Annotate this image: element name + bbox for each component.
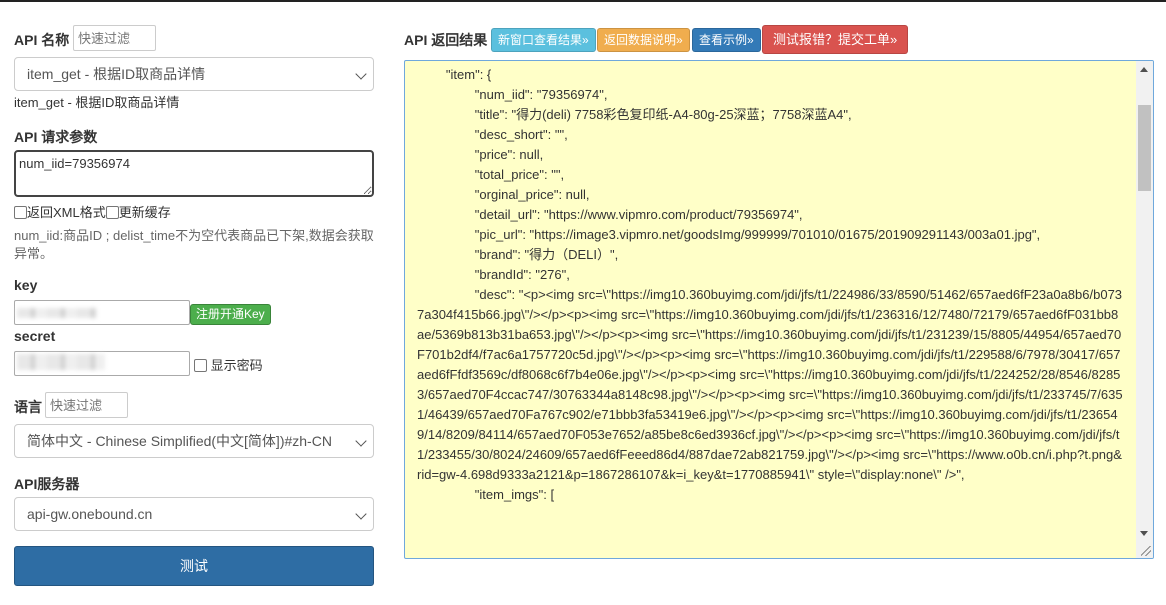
- new-window-button[interactable]: 新窗口查看结果»: [491, 28, 596, 52]
- xml-label: 返回XML格式: [27, 205, 106, 220]
- params-label: API 请求参数: [14, 129, 98, 145]
- scroll-down-icon[interactable]: [1140, 531, 1148, 536]
- api-name-label: API 名称: [14, 32, 70, 48]
- api-filter-input[interactable]: [73, 25, 156, 51]
- resize-grip-icon[interactable]: [1141, 546, 1151, 556]
- server-select[interactable]: api-gw.onebound.cn: [14, 497, 374, 531]
- result-json-text: "item": { "num_iid": "79356974", "title"…: [417, 67, 1123, 502]
- key-input[interactable]: [14, 300, 190, 325]
- xml-checkbox[interactable]: [14, 206, 27, 219]
- api-description: item_get - 根据ID取商品详情: [14, 95, 180, 110]
- data-doc-button[interactable]: 返回数据说明»: [597, 28, 690, 52]
- language-select[interactable]: 简体中文 - Chinese Simplified(中文[简体])#zh-CN: [14, 424, 374, 458]
- secret-input[interactable]: [14, 351, 190, 376]
- api-select[interactable]: item_get - 根据ID取商品详情: [14, 57, 374, 91]
- options-row: 返回XML格式 更新缓存: [14, 202, 171, 221]
- server-label: API服务器: [14, 476, 80, 492]
- result-title: API 返回结果: [404, 32, 488, 48]
- result-textarea[interactable]: "item": { "num_iid": "79356974", "title"…: [404, 60, 1154, 559]
- chevron-down-icon: [355, 435, 367, 447]
- cache-checkbox[interactable]: [105, 206, 119, 219]
- register-key-button[interactable]: 注册开通Key: [190, 304, 271, 325]
- language-filter-input[interactable]: [45, 392, 128, 418]
- params-textarea[interactable]: num_iid=79356974: [14, 150, 374, 197]
- cache-label: 更新缓存: [118, 205, 171, 220]
- show-password-checkbox[interactable]: [194, 359, 207, 372]
- chevron-down-icon: [355, 68, 367, 80]
- scroll-up-icon[interactable]: [1140, 67, 1148, 72]
- params-help-text: num_iid:商品ID ; delist_time不为空代表商品已下架,数据会…: [14, 228, 374, 261]
- language-select-value: 简体中文 - Chinese Simplified(中文[简体])#zh-CN: [27, 433, 332, 449]
- result-scrollbar[interactable]: [1136, 61, 1153, 558]
- server-select-value: api-gw.onebound.cn: [27, 506, 153, 522]
- example-button[interactable]: 查看示例»: [692, 28, 761, 52]
- report-issue-button[interactable]: 测试报错？提交工单»: [762, 25, 909, 54]
- chevron-down-icon: [355, 508, 367, 520]
- scroll-thumb[interactable]: [1138, 105, 1151, 191]
- api-select-value: item_get - 根据ID取商品详情: [27, 66, 206, 82]
- key-redacted: [17, 308, 97, 318]
- key-label: key: [14, 277, 38, 293]
- show-password-row: 显示密码: [194, 355, 263, 374]
- language-label: 语言: [14, 399, 42, 415]
- top-border: [0, 0, 1166, 2]
- secret-redacted: [17, 354, 105, 370]
- test-button[interactable]: 测试: [14, 546, 374, 586]
- show-password-label: 显示密码: [210, 358, 263, 373]
- secret-label: secret: [14, 328, 56, 344]
